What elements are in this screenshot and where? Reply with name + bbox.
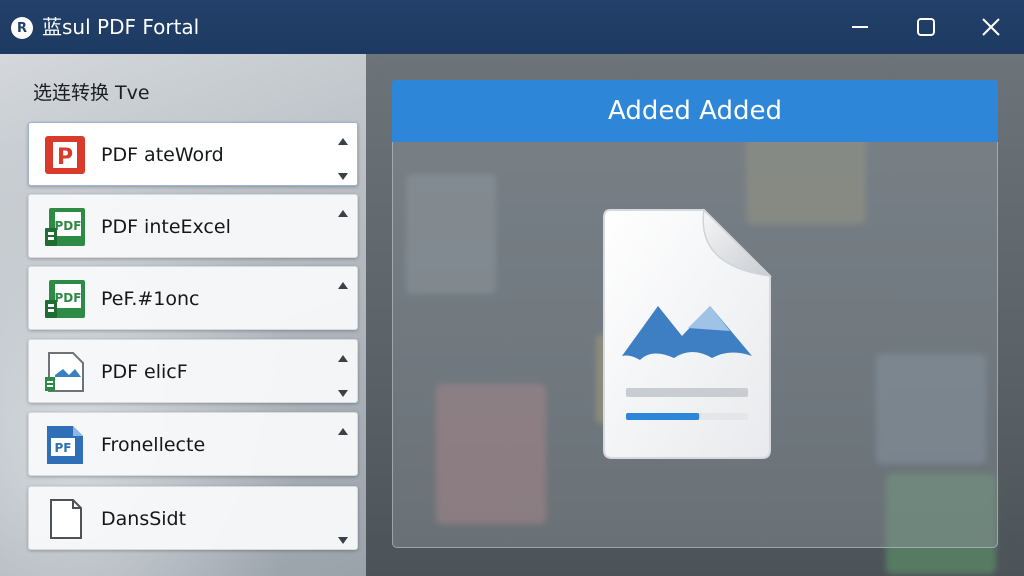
maximize-button[interactable]: [906, 10, 946, 44]
image-document-icon: [603, 208, 773, 459]
scroll-up-icon[interactable]: [337, 275, 349, 289]
conversion-item-icon: PDF: [43, 278, 87, 320]
scroll-up-icon[interactable]: [337, 131, 349, 145]
conversion-item[interactable]: PDF PDF inteExcel: [28, 194, 358, 258]
excel-green-icon: PDF: [45, 208, 85, 246]
svg-text:PDF: PDF: [55, 291, 82, 305]
svg-text:PF: PF: [55, 441, 72, 455]
minimize-icon: [852, 26, 868, 28]
conversion-item-label: PDF elicF: [101, 361, 188, 383]
conversion-item-label: Fronellecte: [101, 434, 206, 456]
title-bar: R 蓝sul PDF Fortal: [0, 0, 1024, 54]
item-scroll-controls: [329, 413, 357, 475]
svg-text:P: P: [57, 145, 73, 170]
item-scroll-controls: [329, 195, 357, 257]
item-scroll-controls: [329, 267, 357, 329]
scroll-up-icon[interactable]: [337, 203, 349, 217]
conversion-item[interactable]: PF Fronellecte: [28, 412, 358, 476]
conversion-item-icon: [43, 498, 87, 540]
conversion-item-label: DansSidt: [101, 508, 187, 530]
conversion-item-icon: P: [43, 134, 87, 176]
svg-text:PDF: PDF: [55, 219, 82, 233]
conversion-heading: 选连转换 Tve: [33, 82, 150, 104]
scroll-up-icon[interactable]: [337, 421, 349, 435]
app-window: R 蓝sul PDF Fortal 选连转换 Tve P PDF ateWord: [0, 0, 1024, 576]
minimize-button[interactable]: [840, 10, 880, 44]
item-scroll-controls: [329, 340, 357, 402]
scroll-up-icon[interactable]: [337, 348, 349, 362]
scroll-down-icon[interactable]: [337, 531, 349, 544]
app-logo-icon: R: [11, 17, 33, 39]
conversion-item[interactable]: PDF elicF: [28, 339, 358, 403]
conversion-item[interactable]: DansSidt: [28, 486, 358, 550]
blank-file-icon: [50, 499, 82, 539]
conversion-item-icon: PDF: [43, 206, 87, 248]
conversion-item-label: PDF ateWord: [101, 144, 224, 166]
conversion-item-label: PeF.#1onc: [101, 288, 200, 310]
close-button[interactable]: [971, 10, 1011, 44]
scroll-down-icon[interactable]: [337, 384, 349, 397]
close-icon: [982, 18, 1000, 36]
excel-green-icon: PDF: [45, 280, 85, 318]
image-file-icon: [45, 352, 84, 392]
progress-fill: [626, 413, 700, 420]
window-title: 蓝sul PDF Fortal: [42, 15, 200, 39]
item-scroll-controls: [329, 123, 357, 185]
item-scroll-controls: [329, 487, 357, 549]
conversion-item-label: PDF inteExcel: [101, 216, 231, 238]
pdf-red-icon: P: [45, 136, 85, 174]
conversion-item[interactable]: PDF PeF.#1onc: [28, 266, 358, 330]
blue-file-icon: PF: [47, 426, 83, 464]
conversion-item-icon: PF: [43, 424, 87, 466]
conversion-item[interactable]: P PDF ateWord: [28, 122, 358, 186]
add-files-button[interactable]: Added Added: [392, 80, 998, 142]
conversion-item-icon: [43, 351, 87, 393]
maximize-icon: [917, 18, 935, 36]
scroll-down-icon[interactable]: [337, 167, 349, 180]
